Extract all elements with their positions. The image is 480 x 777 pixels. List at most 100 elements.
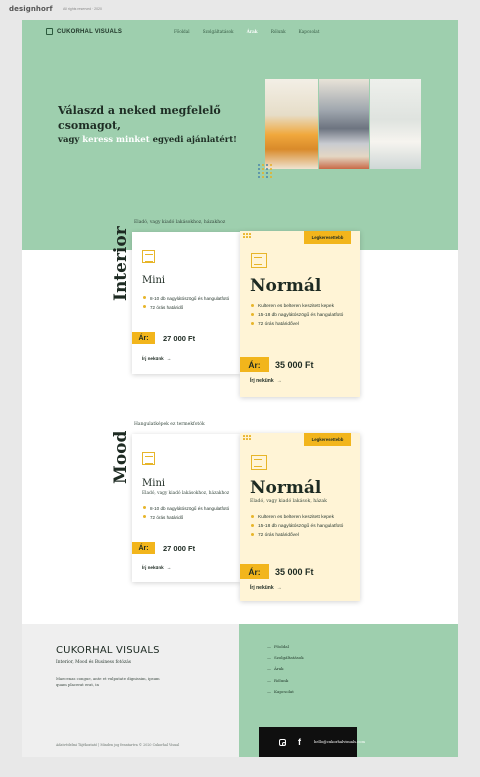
price-label: Ár: bbox=[240, 357, 269, 372]
price-row: Ár: 35 000 Ft bbox=[240, 357, 314, 372]
footer-menu-item[interactable]: — Árak bbox=[267, 666, 304, 671]
card-description: Eladó, vagy kiadó lakások, házak bbox=[250, 499, 327, 504]
price-amount: 35 000 Ft bbox=[275, 359, 314, 370]
arrow-right-icon: → bbox=[276, 378, 282, 384]
card-tier: Normál bbox=[250, 478, 322, 498]
pricing-card-interior-mini: Mini 8-10 db nagylátószögű és hangulatfo… bbox=[132, 232, 240, 374]
feature-item: 72 órás határidő bbox=[142, 304, 234, 312]
page-canvas: CUKORHAL VISUALS Főoldal Szolgáltatások … bbox=[22, 20, 458, 757]
section-label-interior: Eladó, vagy kiadó lakásokhoz, házakhoz bbox=[134, 220, 226, 225]
nav-item-szolgaltatasok[interactable]: Szolgáltatások bbox=[203, 29, 234, 34]
site-logo[interactable]: CUKORHAL VISUALS bbox=[46, 28, 122, 35]
footer: CUKORHAL VISUALS Interior, Mood és Busin… bbox=[22, 624, 458, 757]
hero-line-1: Válaszd a neked megfelelő bbox=[58, 104, 221, 117]
designhorf-logo: designhorf bbox=[9, 5, 53, 13]
price-amount: 35 000 Ft bbox=[275, 566, 314, 577]
price-row: Ár: 35 000 Ft bbox=[240, 564, 314, 579]
pricing-card-mood-mini: Mini Eladó, vagy kiadó lakásokhoz, házak… bbox=[132, 434, 240, 582]
price-amount: 27 000 Ft bbox=[163, 333, 196, 343]
arrow-right-icon: → bbox=[276, 585, 282, 591]
hero-dot-pattern bbox=[258, 164, 272, 178]
price-label: Ár: bbox=[132, 332, 155, 344]
footer-tagline: Interior, Mood és Business fotózás bbox=[56, 660, 131, 665]
feature-item: 8-10 db nagylátószögű és hangulatfotó bbox=[142, 506, 234, 513]
footer-menu-label: Rólunk bbox=[274, 677, 289, 683]
building-icon bbox=[142, 452, 155, 465]
card-tier: Mini bbox=[142, 478, 166, 489]
footer-menu-label: Szolgáltatások bbox=[274, 655, 304, 661]
social-bar: f hello@cukorhalvisuals.com bbox=[259, 727, 365, 757]
hero-line-2: csomagot, bbox=[58, 119, 121, 132]
footer-menu-label: Főoldal bbox=[274, 644, 289, 649]
footer-menu-item[interactable]: — Rólunk bbox=[267, 678, 304, 683]
contact-email[interactable]: hello@cukorhalvisuals.com bbox=[314, 740, 365, 744]
feature-item: 15-18 db nagylátószögű és hangulatfotó bbox=[250, 312, 355, 320]
contact-link-text: Írj nekünk bbox=[142, 565, 164, 570]
price-label: Ár: bbox=[240, 564, 269, 579]
nav-item-kapcsolat[interactable]: Kapcsolat bbox=[299, 29, 320, 34]
hero-line-3-post: egyedi ajánlatért! bbox=[149, 135, 237, 145]
bright-room-photo bbox=[370, 79, 421, 169]
price-amount: 27 000 Ft bbox=[163, 543, 196, 553]
section-title-mood: Mood bbox=[111, 430, 131, 484]
logo-mark-icon bbox=[46, 28, 53, 35]
feature-item: 72 órás határidővel bbox=[250, 532, 355, 540]
section-title-interior: Interior bbox=[111, 226, 131, 301]
card-tier-text: Mini bbox=[142, 275, 166, 286]
pricing-card-interior-normal: Legkeresettebb Normál Kulteren es belter… bbox=[240, 231, 360, 397]
living-room-photo bbox=[318, 79, 370, 169]
contact-link[interactable]: Írj nekünk → bbox=[250, 378, 282, 384]
feature-item: 15-18 db nagylátószögű és hangulatfotó bbox=[250, 523, 355, 531]
contact-link[interactable]: Írj nekünk → bbox=[142, 356, 171, 361]
footer-info: CUKORHAL VISUALS Interior, Mood és Busin… bbox=[22, 624, 239, 757]
feature-item: 72 órás határidővel bbox=[250, 321, 355, 329]
feature-list: Kulteren es belteren keszitett kepek 15-… bbox=[250, 304, 355, 328]
footer-menu-item[interactable]: — Kapcsolat bbox=[267, 689, 304, 694]
nav-item-rolunk[interactable]: Rólunk bbox=[271, 29, 286, 34]
dash-icon: — bbox=[267, 677, 271, 683]
contact-link[interactable]: Írj nekünk → bbox=[142, 565, 171, 570]
feature-list: 8-10 db nagylátószögű és hangulatfotó 72… bbox=[142, 296, 234, 311]
hero-headline: Válaszd a neked megfelelő csomagot, vagy… bbox=[58, 103, 268, 145]
building-icon bbox=[251, 253, 267, 268]
building-icon bbox=[251, 455, 267, 470]
site-brand: CUKORHAL VISUALS bbox=[57, 28, 123, 35]
hero-section: CUKORHAL VISUALS Főoldal Szolgáltatások … bbox=[22, 20, 458, 250]
contact-link-text: Írj nekünk bbox=[142, 356, 164, 361]
feature-list: Kulteren es belteren keszitett kepek 15-… bbox=[250, 515, 355, 539]
footer-brand: CUKORHAL VISUALS bbox=[56, 645, 160, 656]
footer-copyright[interactable]: Adatvédelmi Tájékoztató | Minden jog fen… bbox=[56, 743, 179, 747]
building-icon bbox=[142, 250, 155, 263]
card-tier: Mini bbox=[142, 275, 166, 286]
price-row: Ár: 27 000 Ft bbox=[132, 332, 195, 344]
card-tier: Normál bbox=[250, 276, 322, 296]
contact-link[interactable]: Írj nekünk → bbox=[250, 585, 282, 591]
feature-item: Kulteren es belteren keszitett kepek bbox=[250, 515, 355, 522]
instagram-icon[interactable] bbox=[279, 739, 286, 746]
top-bar: designhorf All rights reserved · 2020 bbox=[0, 0, 480, 18]
nav-item-fooldal[interactable]: Főoldal bbox=[174, 29, 190, 34]
badge-most-popular: Legkeresettebb bbox=[304, 231, 351, 244]
dash-icon: — bbox=[267, 644, 271, 649]
hero-contact-link[interactable]: keress minket bbox=[82, 135, 149, 145]
footer-menu-label: Árak bbox=[274, 666, 284, 672]
card-description: Eladó, vagy kiadó lakásokhoz, házakhoz bbox=[142, 491, 230, 496]
price-row: Ár: 27 000 Ft bbox=[132, 542, 195, 554]
footer-menu-item[interactable]: — Főoldal bbox=[267, 644, 304, 649]
card-tier-text: Mini bbox=[142, 478, 166, 489]
hero-photo-strip bbox=[265, 79, 422, 169]
footer-menu: — Főoldal — Szolgáltatások — Árak — Rólunk —… bbox=[267, 644, 304, 700]
contact-link-text: Írj nekünk bbox=[250, 378, 274, 384]
contact-link-text: Írj nekünk bbox=[250, 585, 274, 591]
nav-item-arak[interactable]: Árak bbox=[247, 29, 258, 34]
dash-icon: — bbox=[267, 655, 271, 661]
top-bar-subtext: All rights reserved · 2020 bbox=[63, 7, 102, 11]
main-nav: Főoldal Szolgáltatások Árak Rólunk Kapcs… bbox=[174, 29, 332, 34]
footer-menu-item[interactable]: — Szolgáltatások bbox=[267, 655, 304, 660]
arrow-right-icon: → bbox=[166, 565, 172, 570]
card-dot-pattern bbox=[243, 435, 251, 440]
section-label-mood: Hangulatképek ez termekfotók bbox=[134, 422, 205, 427]
arrow-right-icon: → bbox=[166, 356, 172, 361]
pricing-card-mood-normal: Legkeresettebb Normál Eladó, vagy kiadó … bbox=[240, 433, 360, 601]
facebook-icon[interactable]: f bbox=[298, 737, 301, 747]
